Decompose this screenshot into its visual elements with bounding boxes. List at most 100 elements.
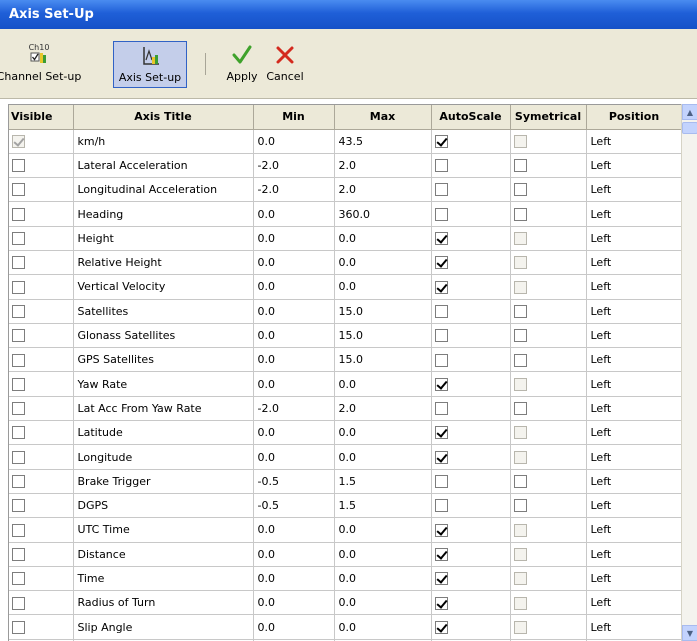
- min-cell[interactable]: 0.0: [253, 347, 335, 373]
- max-cell[interactable]: 15.0: [334, 347, 432, 373]
- table-row[interactable]: UTC Time 0.0 0.0 Left: [9, 517, 681, 543]
- visible-checkbox[interactable]: [12, 304, 25, 318]
- column-header-axis-title[interactable]: Axis Title: [73, 105, 254, 130]
- position-cell[interactable]: Left: [586, 371, 681, 397]
- axis-title-cell[interactable]: Relative Height: [73, 250, 254, 276]
- table-row[interactable]: Slip Angle 0.0 0.0 Left: [9, 614, 681, 640]
- table-row[interactable]: Radius of Turn 0.0 0.0 Left: [9, 590, 681, 616]
- table-row[interactable]: km/h 0.0 43.5 Left: [9, 129, 681, 154]
- axis-title-cell[interactable]: Brake Trigger: [73, 469, 254, 494]
- max-cell[interactable]: 0.0: [334, 250, 432, 276]
- column-header-max[interactable]: Max: [334, 105, 432, 130]
- table-row[interactable]: GPS Satellites 0.0 15.0 Left: [9, 347, 681, 373]
- visible-checkbox[interactable]: [12, 596, 25, 610]
- min-cell[interactable]: 0.0: [253, 274, 335, 300]
- axis-title-cell[interactable]: Longitudinal Acceleration: [73, 177, 254, 203]
- table-row[interactable]: Glonass Satellites 0.0 15.0 Left: [9, 323, 681, 349]
- position-cell[interactable]: Left: [586, 129, 681, 154]
- table-row[interactable]: Time 0.0 0.0 Left: [9, 566, 681, 592]
- max-cell[interactable]: 15.0: [334, 323, 432, 349]
- min-cell[interactable]: 0.0: [253, 590, 335, 616]
- min-cell[interactable]: 0.0: [253, 444, 335, 470]
- max-cell[interactable]: 360.0: [334, 201, 432, 227]
- cancel-button[interactable]: Cancel: [260, 41, 310, 88]
- position-cell[interactable]: Left: [586, 590, 681, 616]
- table-row[interactable]: Relative Height 0.0 0.0 Left: [9, 250, 681, 276]
- apply-button[interactable]: Apply: [225, 41, 259, 88]
- column-header-symetrical[interactable]: Symetrical: [510, 105, 587, 130]
- position-cell[interactable]: Left: [586, 517, 681, 543]
- visible-checkbox[interactable]: [12, 183, 25, 197]
- axis-title-cell[interactable]: km/h: [73, 129, 254, 154]
- axis-title-cell[interactable]: Slip Angle: [73, 614, 254, 640]
- max-cell[interactable]: 15.0: [334, 299, 432, 324]
- symetrical-checkbox[interactable]: [513, 499, 527, 513]
- max-cell[interactable]: 43.5: [334, 129, 432, 154]
- axis-title-cell[interactable]: Yaw Rate: [73, 371, 254, 397]
- autoscale-checkbox[interactable]: [434, 475, 448, 489]
- min-cell[interactable]: 0.0: [253, 129, 335, 154]
- position-cell[interactable]: Left: [586, 614, 681, 640]
- min-cell[interactable]: 0.0: [253, 542, 335, 567]
- axis-title-cell[interactable]: Heading: [73, 201, 254, 227]
- axis-title-cell[interactable]: Satellites: [73, 299, 254, 324]
- table-row[interactable]: Yaw Rate 0.0 0.0 Left: [9, 371, 681, 397]
- min-cell[interactable]: 0.0: [253, 614, 335, 640]
- min-cell[interactable]: -0.5: [253, 493, 335, 519]
- autoscale-checkbox[interactable]: [434, 596, 448, 610]
- min-cell[interactable]: 0.0: [253, 299, 335, 324]
- autoscale-checkbox[interactable]: [434, 329, 448, 343]
- axis-title-cell[interactable]: Longitude: [73, 444, 254, 470]
- min-cell[interactable]: 0.0: [253, 371, 335, 397]
- column-header-autoscale[interactable]: AutoScale: [431, 105, 511, 130]
- max-cell[interactable]: 2.0: [334, 396, 432, 422]
- max-cell[interactable]: 2.0: [334, 153, 432, 179]
- axis-title-cell[interactable]: Lat Acc From Yaw Rate: [73, 396, 254, 422]
- visible-checkbox[interactable]: [12, 523, 25, 537]
- min-cell[interactable]: -2.0: [253, 396, 335, 422]
- autoscale-checkbox[interactable]: [434, 304, 448, 318]
- visible-checkbox[interactable]: [12, 207, 25, 221]
- max-cell[interactable]: 0.0: [334, 614, 432, 640]
- max-cell[interactable]: 0.0: [334, 226, 432, 251]
- axis-title-cell[interactable]: Height: [73, 226, 254, 251]
- scroll-up-arrow-icon[interactable]: ▲: [682, 104, 697, 120]
- table-row[interactable]: Lat Acc From Yaw Rate -2.0 2.0 Left: [9, 396, 681, 422]
- min-cell[interactable]: -0.5: [253, 469, 335, 494]
- autoscale-checkbox[interactable]: [434, 159, 448, 173]
- position-cell[interactable]: Left: [586, 299, 681, 324]
- autoscale-checkbox[interactable]: [434, 232, 448, 246]
- min-cell[interactable]: 0.0: [253, 420, 335, 446]
- position-cell[interactable]: Left: [586, 493, 681, 519]
- max-cell[interactable]: 0.0: [334, 542, 432, 567]
- autoscale-checkbox[interactable]: [434, 450, 448, 464]
- axis-title-cell[interactable]: Glonass Satellites: [73, 323, 254, 349]
- visible-checkbox[interactable]: [12, 499, 25, 513]
- scroll-down-arrow-icon[interactable]: ▼: [682, 625, 697, 641]
- max-cell[interactable]: 0.0: [334, 444, 432, 470]
- position-cell[interactable]: Left: [586, 566, 681, 592]
- position-cell[interactable]: Left: [586, 396, 681, 422]
- table-row[interactable]: Longitude 0.0 0.0 Left: [9, 444, 681, 470]
- table-row[interactable]: Brake Trigger -0.5 1.5 Left: [9, 469, 681, 494]
- table-row[interactable]: Longitudinal Acceleration -2.0 2.0 Left: [9, 177, 681, 203]
- min-cell[interactable]: 0.0: [253, 323, 335, 349]
- channel-setup-button[interactable]: Ch10 Channel Set-up: [0, 41, 81, 88]
- position-cell[interactable]: Left: [586, 250, 681, 276]
- symetrical-checkbox[interactable]: [513, 207, 527, 221]
- axis-title-cell[interactable]: Latitude: [73, 420, 254, 446]
- table-row[interactable]: DGPS -0.5 1.5 Left: [9, 493, 681, 519]
- axis-title-cell[interactable]: Distance: [73, 542, 254, 567]
- visible-checkbox[interactable]: [12, 329, 25, 343]
- autoscale-checkbox[interactable]: [434, 280, 448, 294]
- axis-title-cell[interactable]: GPS Satellites: [73, 347, 254, 373]
- autoscale-checkbox[interactable]: [434, 572, 448, 586]
- symetrical-checkbox[interactable]: [513, 329, 527, 343]
- max-cell[interactable]: 0.0: [334, 371, 432, 397]
- position-cell[interactable]: Left: [586, 153, 681, 179]
- position-cell[interactable]: Left: [586, 542, 681, 567]
- visible-checkbox[interactable]: [12, 620, 25, 634]
- table-row[interactable]: Satellites 0.0 15.0 Left: [9, 299, 681, 324]
- autoscale-checkbox[interactable]: [434, 256, 448, 270]
- max-cell[interactable]: 0.0: [334, 274, 432, 300]
